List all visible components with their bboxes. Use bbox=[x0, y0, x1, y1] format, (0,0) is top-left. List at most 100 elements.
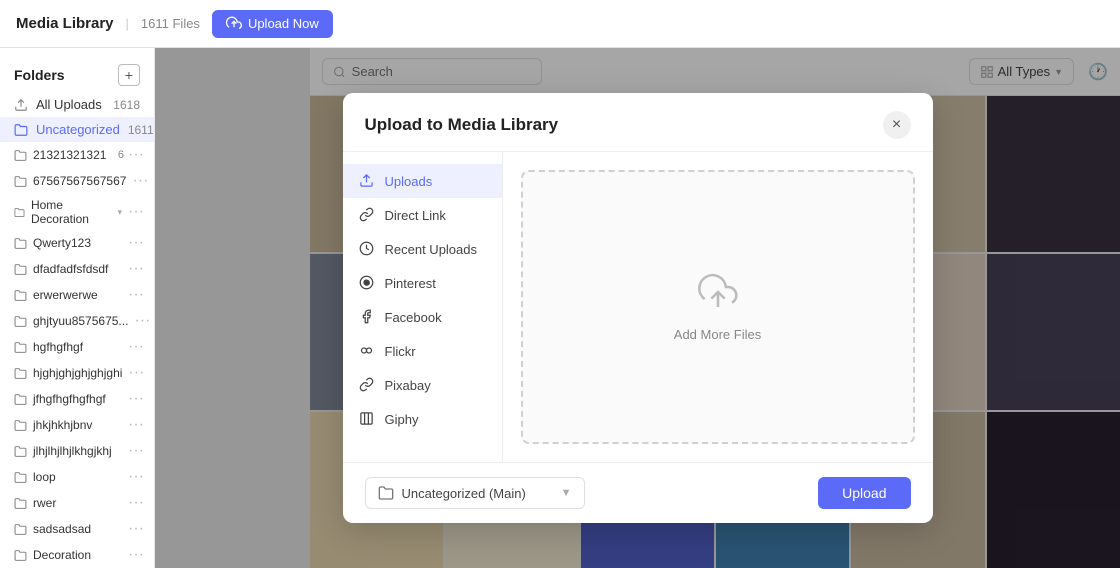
sidebar-folder-row[interactable]: erwerwerwe ··· bbox=[0, 282, 154, 308]
upload-button[interactable]: Upload bbox=[818, 477, 910, 509]
sidebar: Folders + All Uploads 1618 Uncategorized… bbox=[0, 48, 155, 568]
folder-icon bbox=[14, 206, 25, 219]
sidebar-folder-row[interactable]: jlhjlhjlhjlkhgjkhj ··· bbox=[0, 438, 154, 464]
folder-name: Home Decoration bbox=[31, 198, 110, 226]
sidebar-title: Folders bbox=[14, 67, 65, 83]
direct_link-label: Direct Link bbox=[385, 208, 446, 223]
folder-icon bbox=[14, 315, 27, 328]
modal-menu-list: Uploads Direct Link Recent Uploads Pinte… bbox=[343, 164, 502, 436]
folder-menu-icon[interactable]: ··· bbox=[128, 286, 144, 304]
modal-menu-item-giphy[interactable]: Giphy bbox=[343, 402, 502, 436]
sidebar-folder-row[interactable]: Decoration ··· bbox=[0, 542, 154, 568]
folder-menu-icon[interactable]: ··· bbox=[128, 442, 144, 460]
facebook-icon bbox=[359, 309, 375, 325]
modal-menu-item-recent_uploads[interactable]: Recent Uploads bbox=[343, 232, 502, 266]
modal-menu-item-flickr[interactable]: Flickr bbox=[343, 334, 502, 368]
sidebar-folder-row[interactable]: hgfhgfhgf ··· bbox=[0, 334, 154, 360]
folder-icon bbox=[14, 549, 27, 562]
folder-name: hgfhgfhgf bbox=[33, 340, 83, 354]
sidebar-folder-row[interactable]: jfhgfhgfhgfhgf ··· bbox=[0, 386, 154, 412]
folder-menu-icon[interactable]: ··· bbox=[128, 234, 144, 252]
folder-icon bbox=[14, 445, 27, 458]
folder-name: ghjtyuu8575675... bbox=[33, 314, 128, 328]
uploads-label: Uploads bbox=[385, 174, 433, 189]
folder-menu-icon[interactable]: ··· bbox=[128, 338, 144, 356]
folder-name: rwer bbox=[33, 496, 56, 510]
flickr-icon bbox=[359, 343, 375, 359]
sidebar-folder-row[interactable]: dfadfadfsfdsdf ··· bbox=[0, 256, 154, 282]
add-folder-button[interactable]: + bbox=[118, 64, 140, 86]
folder-icon bbox=[14, 289, 27, 302]
sidebar-folder-row[interactable]: rwer ··· bbox=[0, 490, 154, 516]
folder-menu-icon[interactable]: ··· bbox=[128, 203, 144, 221]
modal-title: Upload to Media Library bbox=[365, 115, 559, 135]
sidebar-folder-row[interactable]: loop ··· bbox=[0, 464, 154, 490]
folder-icon bbox=[14, 471, 27, 484]
modal-left-menu: Uploads Direct Link Recent Uploads Pinte… bbox=[343, 152, 503, 462]
folder-icon bbox=[14, 341, 27, 354]
page-title: Media Library bbox=[16, 15, 114, 32]
upload-now-button[interactable]: Upload Now bbox=[212, 10, 333, 38]
folder-menu-icon[interactable]: ··· bbox=[128, 146, 144, 164]
folder-select[interactable]: Uncategorized (Main) ▼ bbox=[365, 477, 585, 509]
sidebar-item-uncategorized[interactable]: Uncategorized 1611 bbox=[0, 117, 154, 142]
folder-menu-icon[interactable]: ··· bbox=[128, 364, 144, 382]
folder-menu-icon[interactable]: ··· bbox=[134, 312, 150, 330]
folder-menu-icon[interactable]: ··· bbox=[132, 172, 148, 190]
sidebar-folder-row[interactable]: sadsadsad ··· bbox=[0, 516, 154, 542]
folder-icon bbox=[14, 263, 27, 276]
folder-name: jlhjlhjlhjlkhgjkhj bbox=[33, 444, 112, 458]
sidebar-folder-row[interactable]: 67567567567567 ··· bbox=[0, 168, 154, 194]
modal-menu-item-direct_link[interactable]: Direct Link bbox=[343, 198, 502, 232]
giphy-icon bbox=[359, 411, 375, 427]
folder-list: 21321321321 6 ··· 67567567567567 ··· Hom… bbox=[0, 142, 154, 568]
folder-name: hjghjghjghjghjghi bbox=[33, 366, 122, 380]
overlay: Upload to Media Library × Uploads Direct… bbox=[155, 48, 1120, 568]
folder-menu-icon[interactable]: ··· bbox=[128, 520, 144, 538]
folder-name: sadsadsad bbox=[33, 522, 91, 536]
modal-menu-item-uploads[interactable]: Uploads bbox=[343, 164, 502, 198]
layout: Folders + All Uploads 1618 Uncategorized… bbox=[0, 48, 1120, 568]
folder-select-label: Uncategorized (Main) bbox=[402, 486, 526, 501]
sidebar-item-all-uploads[interactable]: All Uploads 1618 bbox=[0, 92, 154, 117]
folder-name: dfadfadfsfdsdf bbox=[33, 262, 108, 276]
modal-header: Upload to Media Library × bbox=[343, 93, 933, 152]
sidebar-header: Folders + bbox=[0, 56, 154, 92]
sidebar-folder-row[interactable]: 21321321321 6 ··· bbox=[0, 142, 154, 168]
folder-icon bbox=[14, 393, 27, 406]
folder-menu-icon[interactable]: ··· bbox=[128, 260, 144, 278]
pixabay-icon bbox=[359, 377, 375, 393]
folder-menu-icon[interactable]: ··· bbox=[128, 390, 144, 408]
folder-name: jhkjhkhjbnv bbox=[33, 418, 92, 432]
folder-icon bbox=[14, 367, 27, 380]
modal-menu-item-pinterest[interactable]: Pinterest bbox=[343, 266, 502, 300]
modal-menu-item-facebook[interactable]: Facebook bbox=[343, 300, 502, 334]
uncategorized-count: 1611 bbox=[128, 123, 154, 137]
folder-menu-icon[interactable]: ··· bbox=[128, 546, 144, 564]
uploads-icon bbox=[14, 98, 28, 112]
folder-icon bbox=[14, 419, 27, 432]
sidebar-folder-row[interactable]: ghjtyuu8575675... ··· bbox=[0, 308, 154, 334]
folder-name: erwerwerwe bbox=[33, 288, 98, 302]
sidebar-folder-row[interactable]: jhkjhkhjbnv ··· bbox=[0, 412, 154, 438]
sidebar-folder-row[interactable]: hjghjghjghjghjghi ··· bbox=[0, 360, 154, 386]
folder-menu-icon[interactable]: ··· bbox=[128, 494, 144, 512]
upload-cloud-icon bbox=[698, 272, 738, 317]
pinterest-label: Pinterest bbox=[385, 276, 436, 291]
folder-menu-icon[interactable]: ··· bbox=[128, 468, 144, 486]
folder-count: 6 bbox=[118, 149, 124, 161]
facebook-label: Facebook bbox=[385, 310, 442, 325]
folder-name: 21321321321 bbox=[33, 148, 106, 162]
sidebar-folder-row[interactable]: Qwerty123 ··· bbox=[0, 230, 154, 256]
modal-body: Uploads Direct Link Recent Uploads Pinte… bbox=[343, 152, 933, 462]
modal-menu-item-pixabay[interactable]: Pixabay bbox=[343, 368, 502, 402]
modal-close-button[interactable]: × bbox=[883, 111, 911, 139]
all-uploads-label: All Uploads bbox=[36, 97, 102, 112]
folder-icon bbox=[14, 497, 27, 510]
sidebar-folder-row[interactable]: Home Decoration ▾ ··· bbox=[0, 194, 154, 230]
folder-name: jfhgfhgfhgfhgf bbox=[33, 392, 106, 406]
upload-drop-area[interactable]: Add More Files bbox=[521, 170, 915, 444]
folder-name: Qwerty123 bbox=[33, 236, 91, 250]
folder-menu-icon[interactable]: ··· bbox=[128, 416, 144, 434]
upload-cloud-icon bbox=[226, 16, 242, 32]
